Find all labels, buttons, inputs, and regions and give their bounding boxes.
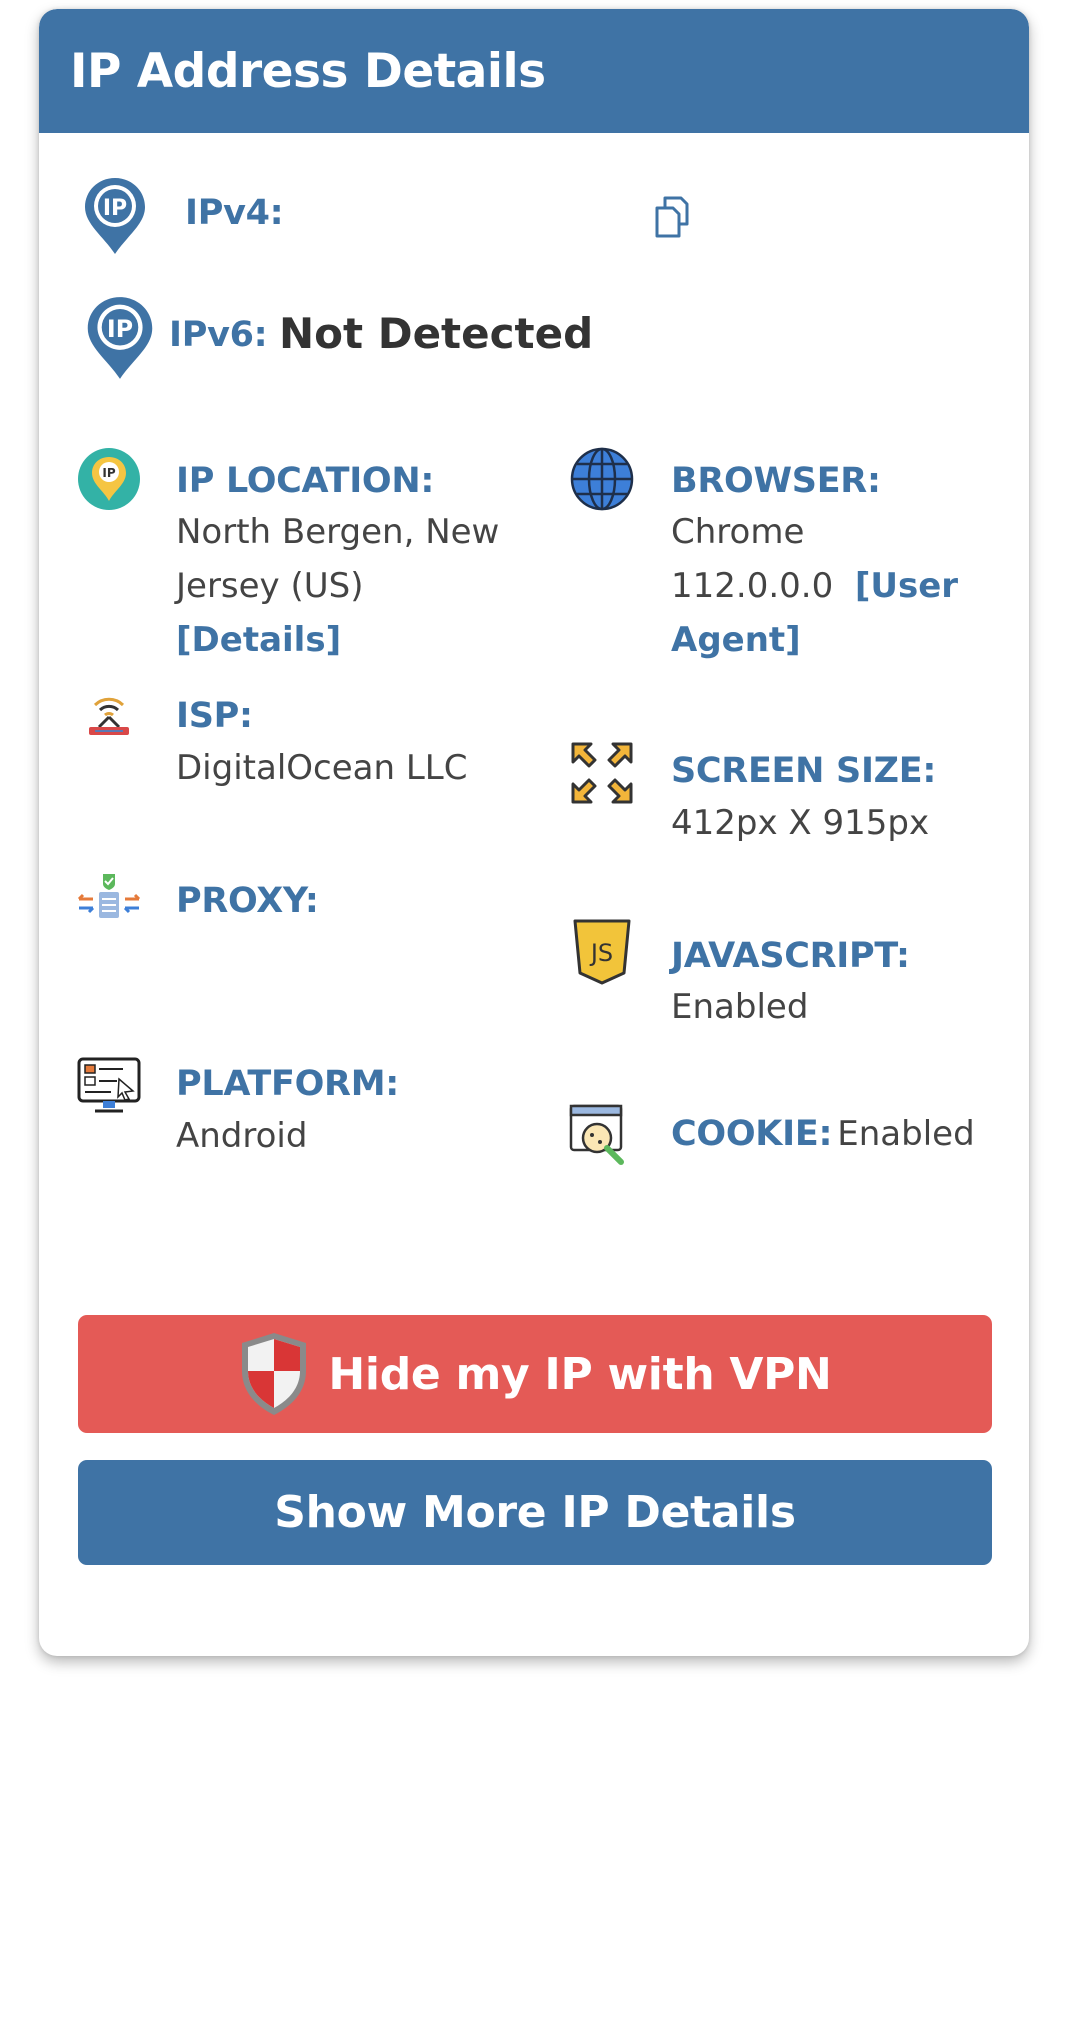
javascript-label: JAVASCRIPT: bbox=[671, 936, 910, 976]
javascript-value: Enabled bbox=[671, 987, 809, 1027]
location-details-link[interactable]: [Details] bbox=[176, 620, 341, 660]
svg-text:IP: IP bbox=[107, 315, 133, 343]
isp-label: ISP: bbox=[176, 696, 253, 736]
show-more-ip-details-button[interactable]: Show More IP Details bbox=[78, 1460, 992, 1565]
card-title: IP Address Details bbox=[70, 43, 546, 99]
copy-icon[interactable] bbox=[653, 194, 697, 240]
card-header: IP Address Details bbox=[39, 9, 1029, 133]
browser-label: BROWSER: bbox=[671, 461, 881, 501]
proxy-icon bbox=[77, 874, 141, 918]
shield-icon bbox=[242, 1333, 307, 1415]
hide-ip-vpn-button[interactable]: Hide my IP with VPN bbox=[78, 1315, 992, 1433]
svg-text:IP: IP bbox=[103, 196, 127, 221]
show-more-label: Show More IP Details bbox=[274, 1487, 796, 1538]
platform-label: PLATFORM: bbox=[176, 1064, 399, 1104]
proxy-label: PROXY: bbox=[176, 881, 319, 921]
hide-ip-vpn-label: Hide my IP with VPN bbox=[328, 1348, 832, 1400]
globe-icon bbox=[570, 447, 634, 511]
ip-location-label: IP LOCATION: bbox=[176, 461, 435, 501]
cookie-label: COOKIE: bbox=[671, 1114, 833, 1154]
monitor-icon bbox=[77, 1057, 141, 1113]
router-icon bbox=[89, 697, 129, 735]
ipv4-label: IPv4: bbox=[185, 193, 284, 233]
ip-pin-icon: IP bbox=[85, 178, 145, 254]
platform-value: Android bbox=[176, 1116, 308, 1156]
ip-pin-icon: IP bbox=[87, 297, 153, 379]
isp-value: DigitalOcean LLC bbox=[176, 748, 468, 788]
svg-text:JS: JS bbox=[589, 939, 613, 967]
browser-value-block: Chrome 112.0.0.0 [User Agent] bbox=[671, 505, 971, 667]
cookie-search-icon bbox=[569, 1104, 624, 1165]
ip-location-value: North Bergen, New Jersey (US) bbox=[176, 512, 500, 606]
cookie-row: COOKIE: Enabled bbox=[671, 1107, 975, 1161]
ip-location-icon: IP bbox=[78, 448, 140, 510]
expand-icon bbox=[571, 742, 633, 804]
screen-size-label: SCREEN SIZE: bbox=[671, 751, 937, 791]
browser-value: Chrome 112.0.0.0 bbox=[671, 512, 834, 606]
screen-size-value: 412px X 915px bbox=[671, 803, 930, 843]
ipv6-value: Not Detected bbox=[279, 309, 594, 358]
ip-location-value-block: North Bergen, New Jersey (US) [Details] bbox=[176, 505, 516, 667]
ipv6-label: IPv6: bbox=[169, 315, 268, 355]
javascript-icon: JS bbox=[573, 919, 631, 985]
svg-text:IP: IP bbox=[102, 466, 115, 480]
cookie-value: Enabled bbox=[837, 1114, 975, 1154]
ip-details-card: IP Address Details IP IPv4: IP IPv6: Not… bbox=[39, 9, 1029, 1656]
